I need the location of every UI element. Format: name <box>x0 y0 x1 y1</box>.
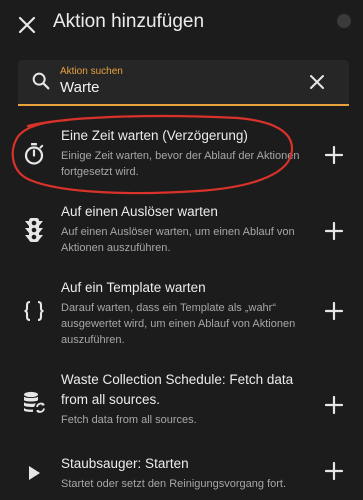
list-item-text: Waste Collection Schedule: Fetch data fr… <box>61 370 301 428</box>
add-icon[interactable] <box>323 144 345 166</box>
add-icon[interactable] <box>323 460 345 482</box>
list-item-wait-template[interactable]: Auf ein Template warten Darauf warten, d… <box>0 274 363 364</box>
list-item-description: Fetch data from all sources. <box>61 414 197 426</box>
list-item-text: Staubsauger: Starten Startet oder setzt … <box>61 454 306 492</box>
list-item-waste-collection[interactable]: Waste Collection Schedule: Fetch data fr… <box>0 366 363 446</box>
dialog-header: Aktion hinzufügen <box>0 0 363 52</box>
list-item-text: Eine Zeit warten (Verzögerung) Einige Ze… <box>61 126 306 180</box>
database-sync-icon <box>20 388 48 416</box>
search-input[interactable]: Warte <box>60 79 99 96</box>
close-icon <box>18 16 36 34</box>
search-field[interactable]: Aktion suchen Warte <box>18 60 349 106</box>
timer-icon <box>20 140 48 168</box>
overflow-dot <box>337 14 351 28</box>
add-icon[interactable] <box>323 394 345 416</box>
list-item-title: Eine Zeit warten (Verzögerung) <box>61 128 248 143</box>
list-item-title: Auf ein Template warten <box>61 280 206 295</box>
search-label: Aktion suchen <box>60 66 123 77</box>
play-icon <box>20 459 48 487</box>
list-item-text: Auf ein Template warten Darauf warten, d… <box>61 278 306 348</box>
list-item-title: Auf einen Auslöser warten <box>61 204 218 219</box>
list-item-text: Auf einen Auslöser warten Auf einen Ausl… <box>61 202 306 256</box>
list-item-vacuum-start[interactable]: Staubsauger: Starten Startet oder setzt … <box>0 450 363 500</box>
list-item-delay[interactable]: Eine Zeit warten (Verzögerung) Einige Ze… <box>0 120 363 190</box>
list-item-description: Darauf warten, dass ein Template als „wa… <box>61 302 296 346</box>
list-item-title: Staubsauger: Starten <box>61 456 189 471</box>
list-item-description: Startet oder setzt den Reinigungsvorgang… <box>61 478 287 490</box>
list-item-description: Auf einen Auslöser warten, um einen Abla… <box>61 226 295 254</box>
search-underline <box>18 104 349 106</box>
list-item-description: Einige Zeit warten, bevor der Ablauf der… <box>61 150 300 178</box>
clear-search-icon[interactable] <box>307 72 327 92</box>
add-icon[interactable] <box>323 300 345 322</box>
code-braces-icon <box>20 297 48 325</box>
search-icon <box>32 72 50 90</box>
list-item-wait-trigger[interactable]: Auf einen Auslöser warten Auf einen Ausl… <box>0 198 363 270</box>
dialog-title: Aktion hinzufügen <box>53 11 205 32</box>
traffic-light-icon <box>20 216 48 244</box>
add-icon[interactable] <box>323 220 345 242</box>
list-item-title: Waste Collection Schedule: Fetch data fr… <box>61 372 294 407</box>
close-button[interactable] <box>14 12 40 38</box>
